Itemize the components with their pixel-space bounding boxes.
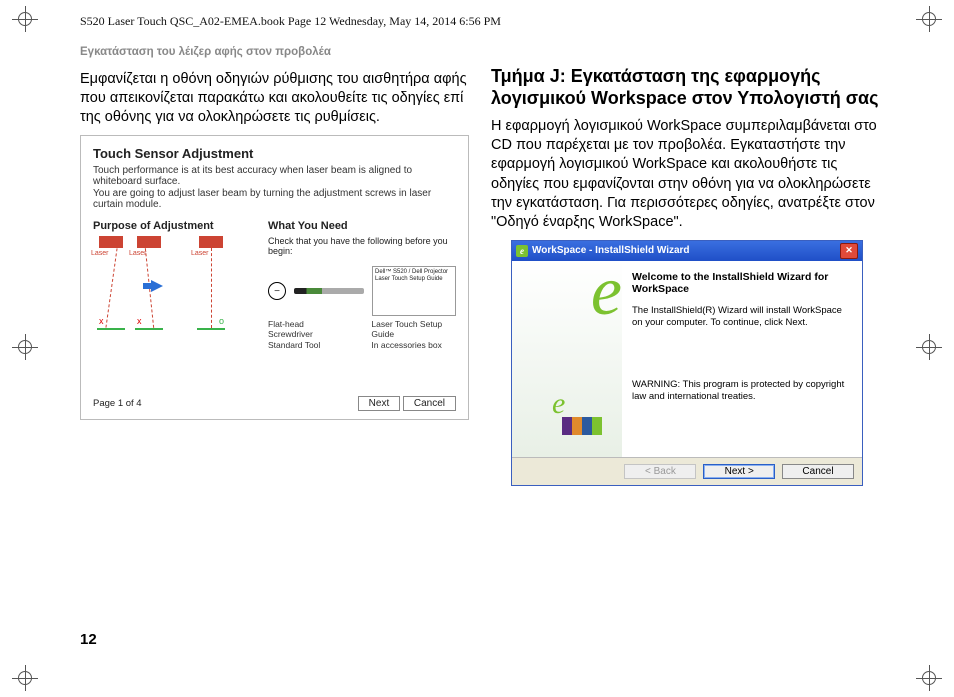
page-body: Εγκατάσταση του λέιζερ αφής στον προβολέ… bbox=[80, 46, 880, 656]
dialog-heading: Welcome to the InstallShield Wizard for … bbox=[632, 271, 852, 295]
minus-circle-icon: − bbox=[268, 282, 286, 300]
ss-sub2: You are going to adjust laser beam by tu… bbox=[93, 188, 456, 210]
crop-mark bbox=[18, 671, 32, 685]
ss-need-col: What You Need Check that you have the fo… bbox=[268, 220, 456, 350]
close-icon[interactable]: ✕ bbox=[840, 243, 858, 259]
laser-label: Laser bbox=[129, 250, 147, 257]
ss-sub1: Touch performance is at its best accurac… bbox=[93, 165, 456, 187]
laser-label: Laser bbox=[191, 250, 209, 257]
ss-purpose-col: Purpose of Adjustment Laser x Laser x bbox=[93, 220, 250, 350]
arrow-right-icon bbox=[151, 280, 163, 292]
dialog-sidebar-graphic: e e bbox=[512, 261, 622, 457]
dialog-titlebar: e WorkSpace - InstallShield Wizard ✕ bbox=[512, 241, 862, 261]
cancel-button[interactable]: Cancel bbox=[403, 396, 456, 411]
tool2-caption: Laser Touch Setup Guide bbox=[371, 320, 456, 339]
tool1-caption2: Standard Tool bbox=[268, 341, 341, 350]
guide-booklet-icon: Dell™ S520 / Dell Projector Laser Touch … bbox=[372, 266, 456, 316]
next-button[interactable]: Next > bbox=[703, 464, 775, 479]
big-e-icon: e bbox=[591, 267, 622, 316]
dialog-button-bar: < Back Next > Cancel bbox=[512, 457, 862, 485]
crop-mark bbox=[922, 12, 936, 26]
laser-label: Laser bbox=[91, 250, 109, 257]
framemaker-meta: S520 Laser Touch QSC_A02-EMEA.book Page … bbox=[80, 14, 501, 29]
installshield-dialog: e WorkSpace - InstallShield Wizard ✕ e e… bbox=[511, 240, 863, 486]
mark-x: x bbox=[99, 316, 104, 326]
ss-page-indicator: Page 1 of 4 bbox=[93, 398, 142, 409]
left-column: Εμφανίζεται η οθόνη οδηγιών ρύθμισης του… bbox=[80, 64, 469, 486]
right-paragraph: Η εφαρμογή λογισμικού WorkSpace συμπεριλ… bbox=[491, 117, 880, 232]
back-button: < Back bbox=[624, 464, 696, 479]
screwdriver-icon bbox=[294, 288, 364, 294]
tool2-caption2: In accessories box bbox=[371, 341, 456, 350]
crop-mark bbox=[18, 12, 32, 26]
left-paragraph: Εμφανίζεται η οθόνη οδηγιών ρύθμισης του… bbox=[80, 70, 469, 127]
small-e-icon: e bbox=[552, 387, 565, 421]
laser-diagram: Laser x Laser x Laser bbox=[93, 236, 233, 336]
running-header: Εγκατάσταση του λέιζερ αφής στον προβολέ… bbox=[80, 46, 880, 58]
next-button[interactable]: Next bbox=[358, 396, 401, 411]
ss-title: Touch Sensor Adjustment bbox=[93, 146, 456, 161]
section-j-heading: Τμήμα J: Εγκατάσταση της εφαρμογής λογισ… bbox=[491, 66, 880, 109]
tool1-caption: Flat-head Screwdriver bbox=[268, 320, 341, 339]
page-number: 12 bbox=[80, 631, 97, 648]
mark-x: x bbox=[137, 316, 142, 326]
dialog-warning: WARNING: This program is protected by co… bbox=[632, 379, 852, 403]
right-column: Τμήμα J: Εγκατάσταση της εφαρμογής λογισ… bbox=[491, 64, 880, 486]
cancel-button[interactable]: Cancel bbox=[782, 464, 854, 479]
need-sub: Check that you have the following before… bbox=[268, 236, 456, 256]
mark-o: o bbox=[219, 316, 224, 326]
need-heading: What You Need bbox=[268, 220, 456, 232]
crop-mark bbox=[922, 340, 936, 354]
crop-mark bbox=[18, 340, 32, 354]
color-blocks-icon bbox=[562, 417, 602, 435]
dialog-p1: The InstallShield(R) Wizard will install… bbox=[632, 305, 852, 329]
crop-mark bbox=[922, 671, 936, 685]
workspace-e-icon: e bbox=[516, 245, 528, 257]
purpose-heading: Purpose of Adjustment bbox=[93, 220, 250, 232]
touch-sensor-screenshot: Touch Sensor Adjustment Touch performanc… bbox=[80, 135, 469, 420]
